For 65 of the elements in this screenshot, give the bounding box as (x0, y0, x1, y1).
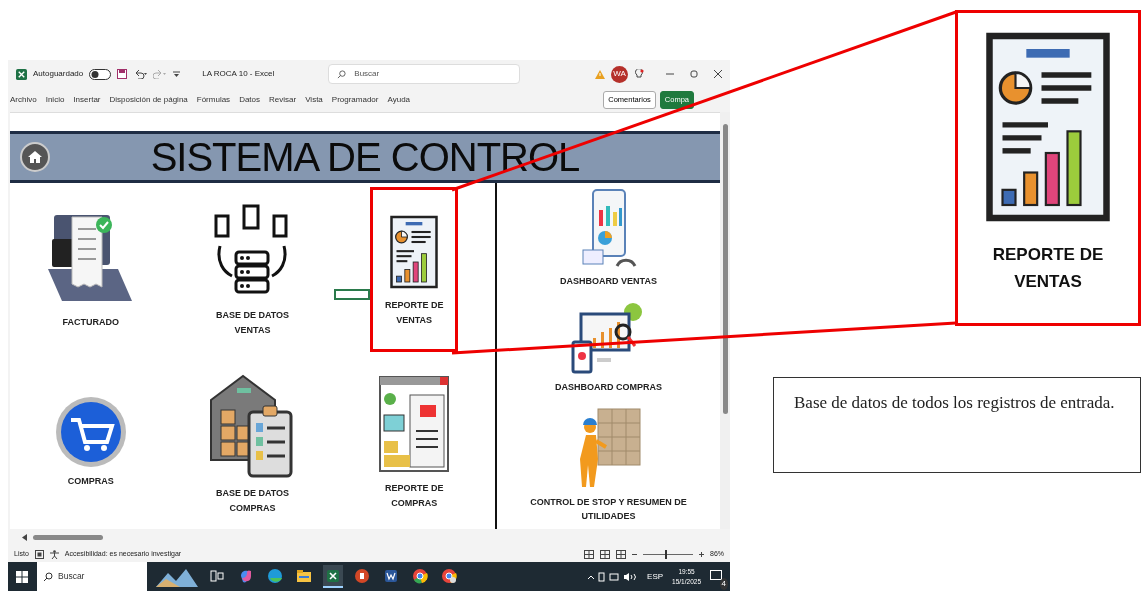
normal-view-icon[interactable] (584, 549, 594, 559)
ribbon-tab[interactable]: Programador (331, 94, 379, 106)
horizontal-scrollbar[interactable] (33, 535, 103, 540)
tile-label[interactable]: REPORTE DE COMPRAS (374, 481, 455, 510)
tray-icons-drawing[interactable] (588, 571, 639, 582)
task-view-icon[interactable] (209, 568, 225, 584)
note-text: Base de datos de todos los registros de entrada. (794, 392, 1116, 414)
home-icon (27, 150, 43, 164)
ribbon-tab[interactable]: Inicio (45, 94, 65, 106)
macro-icon[interactable] (34, 549, 44, 559)
tile-label[interactable]: BASE DE DATOS VENTAS (212, 308, 293, 337)
page-layout-icon[interactable] (600, 549, 610, 559)
browser-profile-icon[interactable] (441, 568, 457, 584)
tile-label[interactable]: DASHBOARD VENTAS (560, 274, 657, 289)
tile-label[interactable]: COMPRAS (67, 474, 114, 489)
ribbon-tab[interactable]: Vista (305, 94, 323, 106)
page-break-icon[interactable] (616, 549, 626, 559)
browser-icon[interactable] (412, 568, 428, 584)
tile-label[interactable]: REPORTE DE VENTAS (374, 298, 455, 327)
customize-toolbar-icon[interactable] (173, 70, 181, 78)
notification-count: 4 (719, 577, 728, 590)
ribbon-tab[interactable]: Disposición de página (109, 94, 188, 106)
language-indicator[interactable]: ESP (647, 570, 664, 583)
zoom-out-icon[interactable] (632, 551, 637, 557)
close-icon[interactable] (714, 70, 722, 78)
tile-label[interactable]: CONTROL DE STOP Y RESUMEN DE UTILIDADES (523, 494, 694, 524)
notification-icon[interactable] (710, 570, 722, 583)
autosave-label: Autoguardado (33, 68, 84, 80)
presentation-app-icon[interactable] (354, 568, 370, 584)
tile-label[interactable]: DASHBOARD COMPRAS (555, 379, 662, 394)
ribbon-tab[interactable]: Datos (239, 94, 261, 106)
restore-icon[interactable] (690, 70, 698, 78)
taskbar-search[interactable]: Buscar (37, 562, 147, 591)
ribbon-tab[interactable]: Fórmulas (196, 94, 231, 106)
user-avatar[interactable]: WA (611, 65, 628, 83)
spreadsheet-logo-icon (16, 68, 27, 80)
undo-icon[interactable] (133, 69, 148, 79)
ribbon-tab[interactable]: Revisar (269, 94, 297, 106)
zoom-in-icon[interactable] (699, 551, 704, 557)
zoom-thumb[interactable] (665, 549, 668, 559)
autosave-toggle[interactable] (89, 68, 112, 80)
tile-label[interactable]: FACTURADO (62, 315, 120, 330)
document-app-icon[interactable] (383, 568, 399, 584)
search-icon (43, 571, 53, 582)
home-button[interactable] (20, 142, 50, 172)
ribbon-tab[interactable]: Insertar (73, 94, 101, 106)
tile-label[interactable]: BASE DE DATOS COMPRAS (212, 486, 293, 515)
edge-icon[interactable] (267, 568, 283, 584)
search-field[interactable]: Buscar (328, 64, 521, 84)
scroll-left-icon[interactable] (22, 534, 27, 541)
warning-icon (595, 69, 605, 79)
document-title: LA ROCA 10 - Excel (202, 68, 275, 80)
copilot-icon[interactable] (238, 568, 254, 584)
folder-icon[interactable] (296, 568, 312, 584)
search-icon (337, 69, 347, 79)
ribbon-tab[interactable]: Ayuda (387, 94, 411, 106)
spreadsheet-app-icon[interactable] (325, 568, 341, 584)
accessibility-icon[interactable] (49, 549, 59, 559)
callout-label: REPORTE DE VENTAS (992, 244, 1104, 294)
shopping-cart-icon (54, 396, 127, 469)
cell-cursor (334, 289, 370, 300)
ribbon-tab[interactable]: Archivo (10, 94, 37, 106)
start-icon[interactable] (16, 570, 28, 583)
save-icon[interactable] (117, 69, 128, 79)
lightbulb-icon[interactable] (634, 68, 644, 80)
